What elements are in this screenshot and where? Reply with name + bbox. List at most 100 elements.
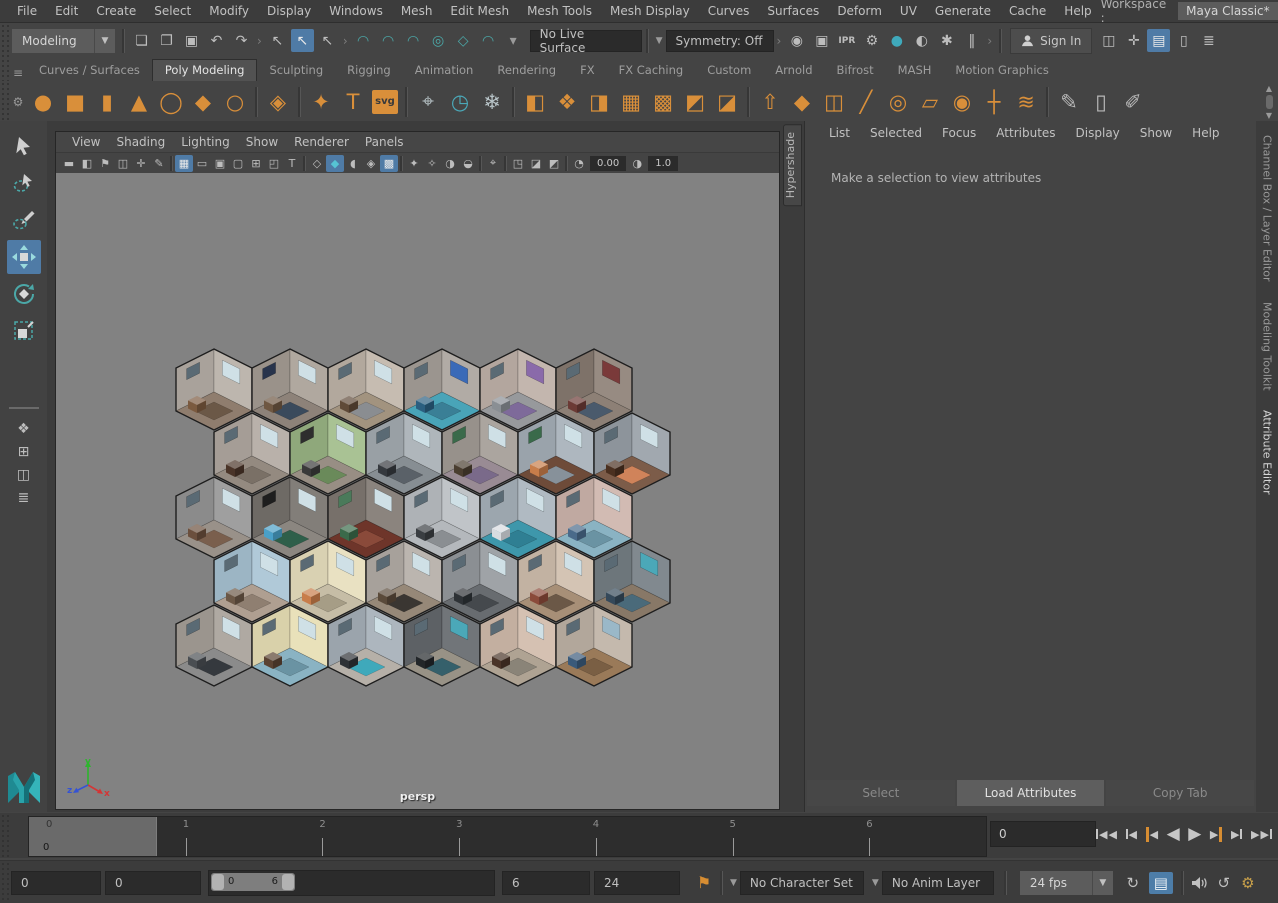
anim-layer-arrow-icon[interactable] [872, 878, 879, 888]
workspace-dropdown[interactable]: Maya Classic* [1178, 2, 1278, 20]
character-controls-toggle-icon[interactable]: ✛ [1122, 29, 1145, 52]
hypershade-window-icon[interactable]: ● [885, 29, 908, 52]
menu-edit[interactable]: Edit [46, 4, 87, 18]
film-gate-icon[interactable]: ▭ [193, 155, 211, 172]
scale-tool[interactable] [7, 314, 41, 348]
menu-select[interactable]: Select [145, 4, 200, 18]
xray-joints-icon[interactable]: ◪ [527, 155, 545, 172]
snap-to-grid-icon[interactable]: ◠ [352, 29, 375, 52]
multi-cut-icon[interactable]: ╱ [850, 86, 882, 118]
field-chart-icon[interactable]: ⊞ [247, 155, 265, 172]
occlusion-toggle-icon[interactable]: ◒ [459, 155, 477, 172]
menu-create[interactable]: Create [87, 4, 145, 18]
character-set-arrow-icon[interactable] [730, 878, 737, 888]
grease-pencil-icon[interactable]: ✎ [150, 155, 168, 172]
outliner-persp-layout-icon[interactable]: ≣ [12, 486, 35, 509]
ae-menu-show[interactable]: Show [1130, 126, 1182, 140]
smooth-shade-mode-icon[interactable]: ◆ [326, 155, 344, 172]
shelf-scroll-down-icon[interactable]: ▼ [1266, 111, 1272, 120]
shelf-scroll-up-icon[interactable]: ▲ [1266, 84, 1272, 93]
panel-menu-show[interactable]: Show [238, 135, 286, 149]
gamma-field[interactable]: 1.0 [648, 156, 678, 171]
shelf-tab-arnold[interactable]: Arnold [763, 60, 824, 81]
menu-surfaces[interactable]: Surfaces [758, 4, 828, 18]
poly-disc-icon[interactable]: ○ [219, 86, 251, 118]
two-pane-layout-icon[interactable]: ◫ [12, 463, 35, 486]
menu-windows[interactable]: Windows [320, 4, 392, 18]
shelf-scrollbar[interactable]: ▲ ▼ [1262, 84, 1276, 120]
shelf-tab-motion-graphics[interactable]: Motion Graphics [943, 60, 1060, 81]
step-forward-key-button[interactable]: ▶ [1208, 825, 1224, 844]
freeze-reset-transform-icon[interactable]: ❄ [476, 86, 508, 118]
range-slider[interactable]: 0 6 [208, 870, 495, 896]
shelf-tab-sculpting[interactable]: Sculpting [257, 60, 335, 81]
poly-sphere-icon[interactable]: ● [27, 86, 59, 118]
textured-mode-icon[interactable]: ◈ [362, 155, 380, 172]
image-plane-icon[interactable]: ◫ [114, 155, 132, 172]
time-slider-track[interactable]: 0 0123456 [28, 816, 987, 857]
snap-options-arrow-icon[interactable]: ▾ [502, 29, 525, 52]
modeling-toolkit-toggle-icon[interactable]: ◫ [1097, 29, 1120, 52]
crease-icon[interactable]: ≋ [1010, 86, 1042, 118]
bounding-box-mode-icon[interactable]: ◖ [344, 155, 362, 172]
poly-plane-icon[interactable]: ◆ [187, 86, 219, 118]
render-current-frame-icon[interactable]: ▣ [810, 29, 833, 52]
sculpt-pen-icon[interactable]: ✐ [1117, 86, 1149, 118]
quad-draw-icon[interactable]: ▱ [914, 86, 946, 118]
playback-end-field[interactable]: 6 [502, 871, 590, 895]
bevel-icon[interactable]: ◆ [786, 86, 818, 118]
panel-menu-lighting[interactable]: Lighting [173, 135, 238, 149]
construction-plane-icon[interactable]: ⌖ [412, 86, 444, 118]
open-render-view-icon[interactable]: ◉ [785, 29, 808, 52]
mute-audio-button[interactable] [1188, 872, 1212, 894]
camera-attributes-icon[interactable]: ◧ [78, 155, 96, 172]
circularize-icon[interactable]: ◎ [882, 86, 914, 118]
edit-cv-icon[interactable]: ▯ [1085, 86, 1117, 118]
anim-layer-field[interactable]: No Anim Layer [882, 871, 994, 895]
select-camera-icon[interactable]: ▬ [60, 155, 78, 172]
connect-icon[interactable]: ┼ [978, 86, 1010, 118]
shelf-tab-custom[interactable]: Custom [695, 60, 763, 81]
save-scene-icon[interactable]: ▣ [180, 29, 203, 52]
viewport-canvas[interactable]: y x z persp [56, 173, 779, 809]
menu-cache[interactable]: Cache [1000, 4, 1055, 18]
shelf-editor-gear-icon[interactable]: ⚙ [9, 94, 27, 110]
shelf-scroll-knob[interactable] [1266, 95, 1273, 109]
smooth-icon[interactable]: ◩ [679, 86, 711, 118]
extrude-icon[interactable]: ⇧ [754, 86, 786, 118]
rotate-tool[interactable] [7, 277, 41, 311]
ae-menu-selected[interactable]: Selected [860, 126, 932, 140]
fill-hole-icon[interactable]: ▦ [615, 86, 647, 118]
menu-mesh-tools[interactable]: Mesh Tools [518, 4, 601, 18]
go-to-start-button[interactable]: ◀◀ [1094, 826, 1119, 843]
default-lighting-icon[interactable]: ✦ [405, 155, 423, 172]
cached-playback-toggle[interactable]: ▤ [1149, 872, 1173, 894]
shelf-tab-bifrost[interactable]: Bifrost [825, 60, 886, 81]
shelf-grip[interactable] [0, 58, 9, 81]
pause-viewport-updates-icon[interactable]: ‖ [960, 29, 983, 52]
group-collapse-icon[interactable] [987, 34, 992, 48]
wireframe-mode-icon[interactable]: ◇ [308, 155, 326, 172]
bridge-icon[interactable]: ◫ [818, 86, 850, 118]
live-surface-field[interactable]: No Live Surface [530, 30, 642, 52]
range-end-knob[interactable] [282, 874, 294, 890]
step-forward-frame-button[interactable]: ▶ [1229, 826, 1244, 843]
select-tool[interactable] [7, 129, 41, 163]
poly-torus-icon[interactable]: ◯ [155, 86, 187, 118]
snap-to-curve-icon[interactable]: ◠ [377, 29, 400, 52]
safe-action-icon[interactable]: ◰ [265, 155, 283, 172]
isolate-select-icon[interactable]: ⌖ [484, 155, 502, 172]
xray-active-components-icon[interactable]: ◩ [545, 155, 563, 172]
channel-box-toggle-icon[interactable]: ≣ [1197, 29, 1220, 52]
paint-selection-tool[interactable] [7, 203, 41, 237]
move-tool[interactable] [7, 240, 41, 274]
select-by-hierarchy-icon[interactable]: ↖ [266, 29, 289, 52]
attribute-editor-toggle-icon[interactable]: ▤ [1147, 29, 1170, 52]
animation-end-field[interactable]: 24 [594, 871, 680, 895]
sign-in-button[interactable]: Sign In [1010, 28, 1092, 54]
platonic-solid-icon[interactable]: ◈ [262, 86, 294, 118]
target-weld-icon[interactable]: ◉ [946, 86, 978, 118]
range-start-knob[interactable] [212, 874, 224, 890]
select-by-object-icon[interactable]: ↖ [291, 29, 314, 52]
exposure-field[interactable]: 0.00 [590, 156, 626, 171]
